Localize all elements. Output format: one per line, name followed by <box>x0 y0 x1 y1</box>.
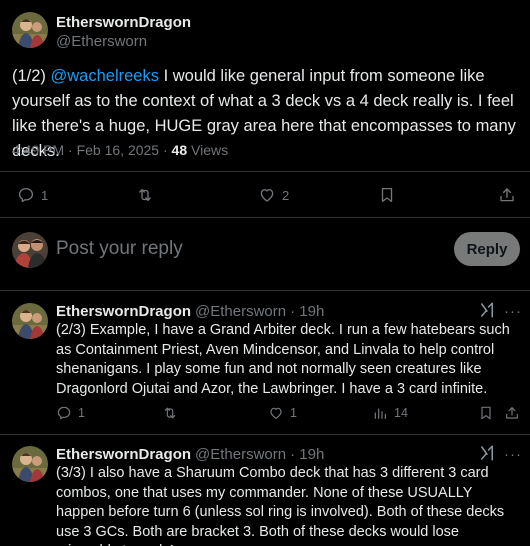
current-user-avatar[interactable] <box>12 232 48 268</box>
reply-button[interactable]: Reply <box>454 232 520 266</box>
repost-action[interactable] <box>136 186 160 204</box>
share-icon <box>500 188 514 202</box>
divider <box>0 171 530 172</box>
reply-handle[interactable]: @Ethersworn <box>195 446 286 463</box>
like-count: 1 <box>290 406 297 420</box>
more-options-icon[interactable]: ··· <box>504 446 522 463</box>
share-action[interactable] <box>498 186 516 204</box>
reply-action[interactable]: 1 <box>17 186 48 204</box>
reply-action-bar: 1 1 14 <box>0 405 530 425</box>
author-avatar[interactable] <box>12 12 48 48</box>
reply-display-name[interactable]: EtherswornDragon <box>56 446 191 463</box>
repost-icon <box>139 189 151 201</box>
views-count: 48 <box>171 142 188 158</box>
divider <box>0 290 530 291</box>
heart-icon <box>270 407 282 419</box>
views-action[interactable]: 14 <box>372 405 408 421</box>
post-text-prefix: (1/2) <box>12 67 51 85</box>
reply-text: (3/3) I also have a Sharuum Combo deck t… <box>56 465 505 546</box>
analytics-icon <box>374 408 386 419</box>
reply-count: 1 <box>78 406 85 420</box>
reply-header: EtherswornDragon @Ethersworn · 19h <box>56 446 324 463</box>
reply-time[interactable]: · 19h <box>290 303 324 320</box>
reply-count: 1 <box>41 187 49 203</box>
author-handle[interactable]: @Ethersworn <box>56 33 147 50</box>
reply-handle[interactable]: @Ethersworn <box>195 303 286 320</box>
grok-icon[interactable] <box>478 444 496 462</box>
grok-icon[interactable] <box>478 301 496 319</box>
reply-avatar[interactable] <box>12 446 48 482</box>
reply-time[interactable]: · 19h <box>290 446 324 463</box>
post-timestamp[interactable]: 4:49 PM · Feb 16, 2025 · <box>12 142 172 158</box>
reply-post[interactable]: EtherswornDragon @Ethersworn · 19h ··· (… <box>0 444 530 546</box>
bookmark-action[interactable] <box>378 186 396 204</box>
post-meta: 4:49 PM · Feb 16, 2025 · 48 Views <box>12 142 228 158</box>
bookmark-icon <box>481 406 491 420</box>
reply-text: (2/3) Example, I have a Grand Arbiter de… <box>56 322 510 397</box>
reply-composer: Post your reply Reply <box>0 224 530 280</box>
reply-action[interactable]: 1 <box>56 405 85 421</box>
share-action[interactable] <box>504 405 520 421</box>
repost-action[interactable] <box>162 405 184 421</box>
post-action-bar: 1 2 <box>0 180 530 210</box>
mention-link[interactable]: @wachelreeks <box>51 67 159 85</box>
reply-header: EtherswornDragon @Ethersworn · 19h <box>56 303 324 320</box>
heart-icon <box>260 189 274 202</box>
reply-input[interactable]: Post your reply <box>56 238 183 260</box>
more-options-icon[interactable]: ··· <box>504 303 522 320</box>
divider <box>0 217 530 218</box>
bookmark-action[interactable] <box>478 405 494 421</box>
like-action[interactable]: 2 <box>258 186 289 204</box>
reply-icon <box>18 187 34 203</box>
divider <box>0 434 530 435</box>
views-count: 14 <box>394 406 408 420</box>
reply-avatar[interactable] <box>12 303 48 339</box>
like-action[interactable]: 1 <box>268 405 297 421</box>
bookmark-icon <box>381 187 393 203</box>
reply-icon <box>57 406 71 420</box>
like-count: 2 <box>282 187 290 203</box>
repost-icon <box>164 407 176 419</box>
views-label: Views <box>187 142 229 158</box>
share-icon <box>506 407 518 419</box>
reply-display-name[interactable]: EtherswornDragon <box>56 303 191 320</box>
author-display-name[interactable]: EtherswornDragon <box>56 14 191 31</box>
